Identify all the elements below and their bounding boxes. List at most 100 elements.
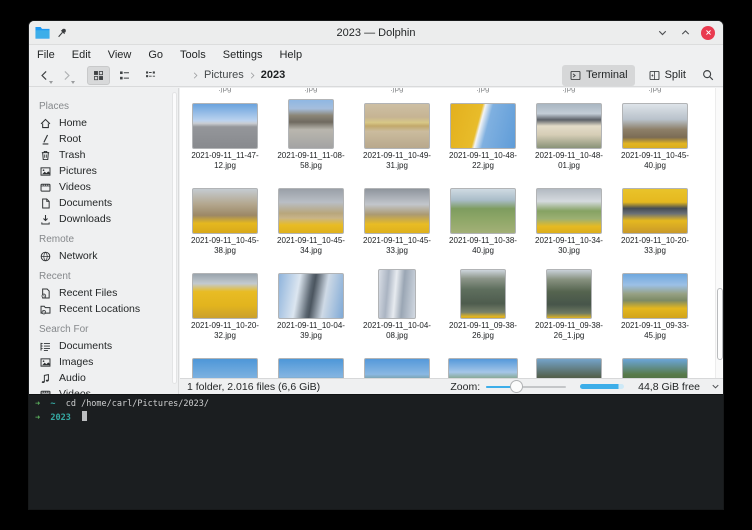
photo-thumbnail[interactable] xyxy=(192,188,258,234)
photo-thumbnail[interactable] xyxy=(536,188,602,234)
photo-thumbnail[interactable] xyxy=(364,358,430,378)
photo-thumbnail[interactable] xyxy=(378,269,416,319)
minimize-button[interactable] xyxy=(655,26,669,40)
file-item[interactable] xyxy=(268,350,354,378)
maximize-button[interactable] xyxy=(678,26,692,40)
sidebar-item-home[interactable]: Home xyxy=(29,115,178,131)
photo-thumbnail[interactable] xyxy=(278,188,344,234)
sidebar-section-search-for: Search For xyxy=(39,324,178,335)
sidebar-item-trash[interactable]: Trash xyxy=(29,147,178,163)
close-button[interactable] xyxy=(701,26,715,40)
dolphin-app-icon xyxy=(35,26,50,39)
photo-thumbnail[interactable] xyxy=(536,103,602,149)
menu-help[interactable]: Help xyxy=(279,49,302,61)
file-name: 2021-09-11_10-48-22.jpg xyxy=(442,151,524,171)
breadcrumb-pictures[interactable]: Pictures xyxy=(201,69,247,81)
photo-thumbnail[interactable] xyxy=(622,188,688,234)
forward-history-caret[interactable] xyxy=(71,81,75,84)
file-item[interactable]: 2021-09-11_10-04-08.jpg xyxy=(354,265,440,350)
file-item[interactable]: 2021-09-11_10-20-32.jpg xyxy=(182,265,268,350)
main-scrollbar-handle[interactable] xyxy=(717,288,723,360)
breadcrumb-2023[interactable]: 2023 xyxy=(258,69,288,81)
file-item[interactable]: 2021-09-11_10-49-31.jpg xyxy=(354,95,440,180)
photo-thumbnail[interactable] xyxy=(192,358,258,378)
sidebar-item-videos[interactable]: Videos xyxy=(29,179,178,195)
photo-thumbnail[interactable] xyxy=(546,269,592,319)
trash-icon xyxy=(39,149,52,162)
zoom-slider[interactable] xyxy=(486,380,566,393)
photo-thumbnail[interactable] xyxy=(278,273,344,319)
zoom-slider-handle[interactable] xyxy=(510,380,523,393)
sidebar-item-documents[interactable]: Documents xyxy=(29,195,178,211)
toolbar: Pictures 2023 Terminal Split xyxy=(29,64,723,87)
pin-icon[interactable] xyxy=(56,27,68,39)
search-icon[interactable] xyxy=(699,66,717,84)
file-name: 2021-09-11_10-48-01.jpg xyxy=(528,151,610,171)
file-item[interactable]: 2021-09-11_10-45-38.jpg xyxy=(182,180,268,265)
sidebar-item-downloads[interactable]: Downloads xyxy=(29,211,178,227)
file-item[interactable]: 2021-09-11_09-38-26_1.jpg xyxy=(526,265,612,350)
photo-thumbnail[interactable] xyxy=(450,188,516,234)
titlebar[interactable]: 2023 — Dolphin xyxy=(29,21,723,45)
menu-edit[interactable]: Edit xyxy=(72,49,91,61)
sidebar-item-label: Images xyxy=(59,356,93,368)
file-item[interactable]: 2021-09-11_10-34-30.jpg xyxy=(526,180,612,265)
chevron-down-icon[interactable] xyxy=(710,381,721,392)
sidebar-item-search-documents[interactable]: Documents xyxy=(29,338,178,354)
file-item[interactable]: 2021-09-11_09-33-45.jpg xyxy=(612,265,698,350)
photo-thumbnail[interactable] xyxy=(364,188,430,234)
file-item[interactable] xyxy=(354,350,440,378)
menu-settings[interactable]: Settings xyxy=(223,49,263,61)
photo-thumbnail[interactable] xyxy=(192,103,258,149)
menu-view[interactable]: View xyxy=(108,49,132,61)
sidebar-item-recent-files[interactable]: Recent Files xyxy=(29,285,178,301)
file-item[interactable]: 2021-09-11_10-48-22.jpg xyxy=(440,95,526,180)
view-mode-buttons xyxy=(87,66,162,85)
sidebar-item-search-audio[interactable]: Audio xyxy=(29,370,178,386)
menu-file[interactable]: File xyxy=(37,49,55,61)
terminal-panel[interactable]: ➜ ~ cd /home/carl/Pictures/2023/➜ 2023 xyxy=(29,394,724,510)
sidebar-item-pictures[interactable]: Pictures xyxy=(29,163,178,179)
file-name: 2021-09-11_09-38-26_1.jpg xyxy=(528,321,610,341)
photo-thumbnail[interactable] xyxy=(450,103,516,149)
menu-tools[interactable]: Tools xyxy=(180,49,206,61)
split-view-button[interactable]: Split xyxy=(641,65,693,86)
photo-thumbnail[interactable] xyxy=(622,103,688,149)
main-scrollbar[interactable] xyxy=(715,88,723,378)
photo-thumbnail[interactable] xyxy=(622,358,688,378)
photo-thumbnail[interactable] xyxy=(448,358,518,378)
back-history-caret[interactable] xyxy=(49,81,53,84)
file-item[interactable] xyxy=(440,350,526,378)
sidebar-item-recent-locations[interactable]: Recent Locations xyxy=(29,301,178,317)
file-item[interactable]: 2021-09-11_11-47-12.jpg xyxy=(182,95,268,180)
file-item[interactable] xyxy=(526,350,612,378)
file-item[interactable]: 2021-09-11_10-45-34.jpg xyxy=(268,180,354,265)
sidebar-item-search-images[interactable]: Images xyxy=(29,354,178,370)
sidebar-item-network[interactable]: Network xyxy=(29,248,178,264)
menu-go[interactable]: Go xyxy=(148,49,163,61)
details-view-button[interactable] xyxy=(113,66,136,85)
photo-thumbnail[interactable] xyxy=(460,269,506,319)
photo-thumbnail[interactable] xyxy=(288,99,334,149)
file-item[interactable] xyxy=(612,350,698,378)
photo-thumbnail[interactable] xyxy=(622,273,688,319)
file-item[interactable]: 2021-09-11_10-45-40.jpg xyxy=(612,95,698,180)
photo-thumbnail[interactable] xyxy=(364,103,430,149)
file-item[interactable]: 2021-09-11_10-38-40.jpg xyxy=(440,180,526,265)
icons-view-button[interactable] xyxy=(87,66,110,85)
file-item[interactable]: 2021-09-11_11-08-58.jpg xyxy=(268,95,354,180)
compact-view-button[interactable] xyxy=(139,66,162,85)
sidebar-scrollbar[interactable] xyxy=(172,92,177,384)
terminal-toggle-button[interactable]: Terminal xyxy=(562,65,635,86)
photo-thumbnail[interactable] xyxy=(192,273,258,319)
file-item[interactable]: 2021-09-11_10-45-33.jpg xyxy=(354,180,440,265)
photo-thumbnail[interactable] xyxy=(536,358,602,378)
file-item[interactable]: 2021-09-11_09-38-26.jpg xyxy=(440,265,526,350)
file-item[interactable] xyxy=(182,350,268,378)
file-item[interactable]: 2021-09-11_10-20-33.jpg xyxy=(612,180,698,265)
file-item[interactable]: 2021-09-11_10-48-01.jpg xyxy=(526,95,612,180)
sidebar-item-search-videos[interactable]: Videos xyxy=(29,386,178,394)
sidebar-item-root[interactable]: Root xyxy=(29,131,178,147)
file-item[interactable]: 2021-09-11_10-04-39.jpg xyxy=(268,265,354,350)
photo-thumbnail[interactable] xyxy=(278,358,344,378)
